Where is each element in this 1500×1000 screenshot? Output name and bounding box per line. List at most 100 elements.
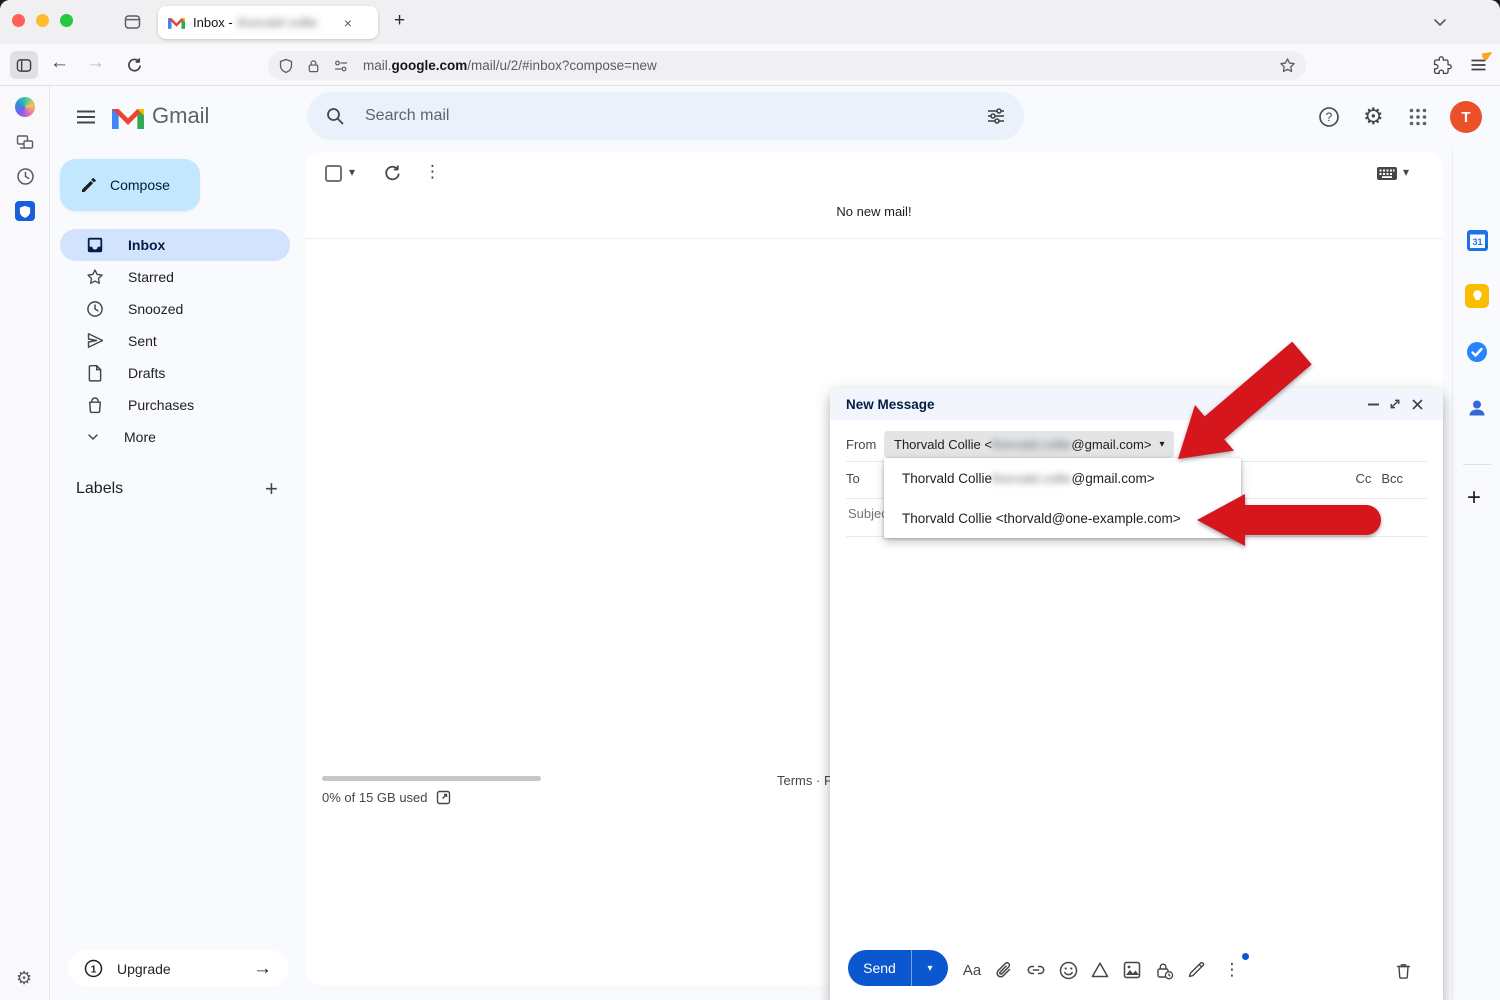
popout-icon[interactable] xyxy=(1385,394,1405,414)
sidebar-item-purchases[interactable]: Purchases xyxy=(60,389,290,421)
lock-icon[interactable] xyxy=(306,58,321,74)
search-bar[interactable] xyxy=(307,92,1024,140)
reload-button[interactable] xyxy=(122,53,146,77)
send-button[interactable]: Send xyxy=(848,950,911,986)
app-menu-button[interactable] xyxy=(1466,53,1490,77)
discard-draft-trash-icon[interactable] xyxy=(1391,958,1415,982)
send-options-caret[interactable]: ▾ xyxy=(911,950,948,986)
tab-overview-icon[interactable] xyxy=(120,10,144,34)
footer-terms-text[interactable]: Terms · Pr xyxy=(777,773,837,788)
insert-photo-icon[interactable] xyxy=(1120,958,1144,982)
get-addons-plus-icon[interactable]: + xyxy=(1467,484,1481,512)
account-avatar[interactable]: T xyxy=(1450,101,1482,133)
compose-pencil-icon xyxy=(80,176,98,194)
insert-link-icon[interactable] xyxy=(1024,958,1048,982)
traffic-zoom-button[interactable] xyxy=(60,14,73,27)
gmail-menu-hamburger-icon[interactable] xyxy=(74,105,98,129)
google-apps-grid-icon[interactable] xyxy=(1407,106,1429,128)
help-icon[interactable]: ? xyxy=(1318,106,1340,128)
keep-icon[interactable] xyxy=(1465,284,1489,308)
from-options-menu: Thorvald Collie thorvald.collie @gmail.c… xyxy=(884,458,1241,538)
send-icon xyxy=(86,332,104,350)
input-tools-keyboard-icon[interactable] xyxy=(1375,165,1399,182)
sidebar-item-drafts[interactable]: Drafts xyxy=(60,357,290,389)
tab-list-chevron-icon[interactable] xyxy=(1430,14,1450,30)
sidebar-toggle-button[interactable] xyxy=(10,51,38,79)
insert-signature-icon[interactable] xyxy=(1184,958,1208,982)
traffic-minimize-button[interactable] xyxy=(36,14,49,27)
forward-button[interactable]: → xyxy=(86,52,105,74)
tab-strip: Inbox - thorvald collie × + xyxy=(0,0,1500,44)
svg-text:31: 31 xyxy=(1472,237,1482,247)
open-in-new-icon[interactable] xyxy=(436,790,451,805)
new-tab-button[interactable]: + xyxy=(394,10,405,32)
select-all-checkbox[interactable] xyxy=(325,165,342,182)
panel-divider xyxy=(1463,464,1491,465)
compose-header[interactable]: New Message xyxy=(830,388,1443,420)
sidebar-settings-gear-icon[interactable]: ⚙ xyxy=(16,968,32,989)
insert-emoji-icon[interactable] xyxy=(1056,958,1080,982)
select-dropdown-caret-icon[interactable]: ▾ xyxy=(349,165,355,179)
option-text: Thorvald Collie <thorvald@one-example.co… xyxy=(902,511,1181,526)
compose-window: New Message From Thorvald Collie < thorv… xyxy=(830,388,1443,1000)
send-button-group: Send ▾ xyxy=(848,950,948,986)
history-clock-icon[interactable] xyxy=(15,166,35,186)
sidebar-item-more[interactable]: More xyxy=(60,421,290,453)
formatting-options-icon[interactable]: Aa xyxy=(960,958,984,982)
compose-button[interactable]: Compose xyxy=(60,159,200,211)
svg-text:1: 1 xyxy=(91,963,97,975)
sidebar-item-label: Snoozed xyxy=(128,301,183,317)
from-label: From xyxy=(846,437,876,452)
bcc-link[interactable]: Bcc xyxy=(1381,471,1403,486)
close-icon[interactable] xyxy=(1407,394,1427,414)
ai-chatbot-icon[interactable] xyxy=(15,97,35,117)
traffic-close-button[interactable] xyxy=(12,14,25,27)
refresh-icon[interactable] xyxy=(381,162,403,184)
option-suffix: @gmail.com> xyxy=(1072,471,1155,486)
search-input[interactable] xyxy=(363,106,986,126)
sidebar-item-sent[interactable]: Sent xyxy=(60,325,290,357)
from-option-one-example[interactable]: Thorvald Collie <thorvald@one-example.co… xyxy=(884,498,1241,538)
back-button[interactable]: ← xyxy=(50,52,69,74)
from-value-suffix: @gmail.com> xyxy=(1071,437,1151,452)
file-icon xyxy=(86,364,104,382)
tasks-icon[interactable] xyxy=(1465,340,1489,364)
upgrade-button[interactable]: 1 Upgrade → xyxy=(68,950,288,987)
search-icon[interactable] xyxy=(325,106,345,126)
settings-gear-icon[interactable]: ⚙ xyxy=(1363,103,1384,130)
url-bar[interactable]: mail.google.com/mail/u/2/#inbox?compose=… xyxy=(268,51,1306,80)
insert-from-drive-icon[interactable] xyxy=(1088,958,1112,982)
gmail-favicon xyxy=(168,16,185,29)
synced-tabs-icon[interactable] xyxy=(15,132,35,152)
from-option-gmail[interactable]: Thorvald Collie thorvald.collie @gmail.c… xyxy=(884,458,1241,498)
minimize-icon[interactable] xyxy=(1363,394,1383,414)
tab-close-icon[interactable]: × xyxy=(344,15,352,31)
tracking-shield-icon[interactable] xyxy=(278,58,294,74)
more-options-icon[interactable]: ⋮ xyxy=(424,162,441,182)
calendar-icon[interactable]: 31 xyxy=(1465,228,1489,252)
to-label: To xyxy=(846,471,860,486)
extensions-icon[interactable] xyxy=(1430,53,1454,77)
contacts-icon[interactable] xyxy=(1465,396,1489,420)
from-caret-icon: ▾ xyxy=(1159,439,1164,450)
sidebar-item-label: Purchases xyxy=(128,397,194,413)
sidebar-item-inbox[interactable]: Inbox xyxy=(60,229,290,261)
sidebar-item-starred[interactable]: Starred xyxy=(60,261,290,293)
browser-tab-gmail[interactable]: Inbox - thorvald collie × xyxy=(158,6,378,39)
search-options-tune-icon[interactable] xyxy=(986,107,1006,125)
confidential-mode-icon[interactable] xyxy=(1152,958,1176,982)
compose-more-options-icon[interactable]: ⋮ xyxy=(1220,958,1244,982)
storage-progress-bar xyxy=(322,776,541,781)
create-label-plus-icon[interactable]: + xyxy=(265,476,278,502)
attach-file-icon[interactable] xyxy=(992,958,1016,982)
input-tools-caret-icon[interactable]: ▾ xyxy=(1403,165,1409,179)
chevron-down-icon xyxy=(86,430,100,444)
bitwarden-icon[interactable] xyxy=(15,201,35,221)
cc-link[interactable]: Cc xyxy=(1355,471,1371,486)
permissions-icon[interactable] xyxy=(333,59,349,73)
sidebar-item-snoozed[interactable]: Snoozed xyxy=(60,293,290,325)
gmail-wordmark: Gmail xyxy=(152,103,209,129)
upgrade-arrow-icon: → xyxy=(253,958,272,980)
bookmark-star-icon[interactable] xyxy=(1279,57,1296,74)
from-address-dropdown[interactable]: Thorvald Collie < thorvald.collie @gmail… xyxy=(884,431,1174,458)
